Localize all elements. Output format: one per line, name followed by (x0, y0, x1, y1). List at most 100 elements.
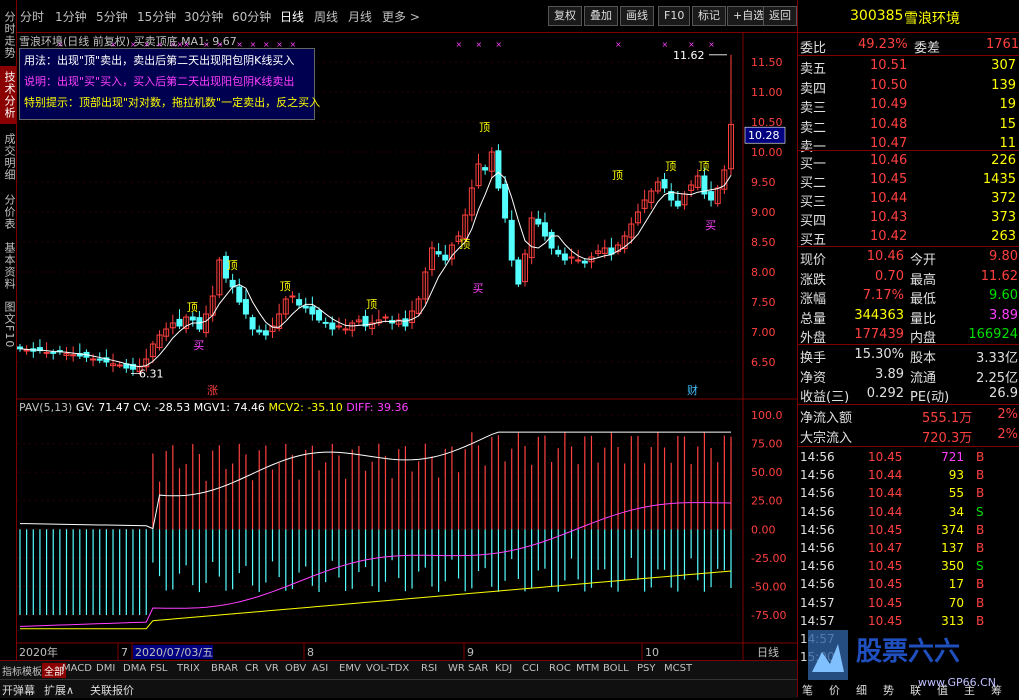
stat-value: 3.89 (989, 307, 1018, 323)
period-tab-0[interactable]: 分时 (20, 8, 44, 25)
tick-row: 14:56 10.44 55 B (798, 485, 1019, 503)
indicator-tab-8[interactable]: BRAR (211, 663, 238, 674)
indicator-tab-0[interactable]: 指标 (2, 663, 22, 678)
indicator-tab-15[interactable]: RSI (421, 663, 437, 674)
bid-volume: 372 (991, 191, 1016, 206)
candle-body (382, 316, 389, 319)
bid-price: 10.42 (870, 229, 908, 244)
indicator-tab-14[interactable]: VOL-TDX (366, 663, 409, 674)
indicator-bars (19, 432, 732, 615)
indicator-tab-6[interactable]: FSL (150, 663, 168, 674)
tick-row: 14:56 10.45 374 B (798, 522, 1019, 540)
stat-label: 最低 (910, 292, 937, 307)
indicator-tab-13[interactable]: EMV (339, 663, 361, 674)
period-tab-7[interactable]: 周线 (314, 8, 338, 25)
status-button-0[interactable]: 开弹幕 (2, 682, 35, 698)
candle-body (575, 259, 582, 262)
indicator-tab-17[interactable]: SAR (468, 663, 488, 674)
fund-flow-row: 净流入额 555.1万 2% (798, 406, 1019, 426)
indicator-tab-21[interactable]: MTM (576, 663, 599, 674)
candle-body (482, 167, 489, 171)
stat-label: 现价 (800, 253, 827, 268)
indicator-axis-label: 25.00 (751, 495, 783, 508)
left-tab-3[interactable]: 分价表 (0, 190, 16, 234)
price-axis-label: 9.50 (751, 176, 776, 189)
indicator-tab-3[interactable]: MACD (62, 663, 92, 674)
period-tab-3[interactable]: 15分钟 (137, 8, 176, 25)
indicator-axis-label: -25.00 (751, 552, 786, 565)
kline-chart-area[interactable]: 11.50 11.00 10.50 10.00 9.50 9.00 8.50 8.00 7.50… (17, 33, 797, 660)
toolbar-button-2[interactable]: 画线 (620, 6, 654, 26)
toolbar-button-0[interactable]: 复权 (548, 6, 582, 26)
tick-price: 10.45 (868, 577, 903, 592)
indicator-name: PAV(5,13) (19, 401, 73, 414)
indicator-tab-20[interactable]: ROC (549, 663, 571, 674)
toolbar-button-4[interactable]: 标记 (692, 6, 726, 26)
stat-label: 换手 (800, 351, 827, 366)
bid-price: 10.43 (870, 210, 908, 225)
tick-side: S (976, 504, 984, 519)
indicator-tab-24[interactable]: MCST (664, 663, 692, 674)
watermark-brand: 股票六六 (856, 637, 960, 667)
left-tab-4[interactable]: 基本资料 (0, 238, 16, 293)
top-signal-marker: 顶 (366, 298, 377, 311)
status-button-1[interactable]: 扩展∧ (44, 682, 74, 698)
tick-side: B (976, 595, 985, 610)
tick-time: 14:56 (800, 504, 835, 519)
period-tab-9[interactable]: 更多 > (382, 8, 420, 25)
quote-stat-row: 收益(三) 0.292 PE(动) 26.9 (798, 385, 1019, 405)
toolbar-button-1[interactable]: 叠加 (584, 6, 618, 26)
candle-body (43, 351, 50, 354)
bid-row: 买五 10.42 263 (798, 228, 1019, 248)
stat-value: 9.60 (989, 288, 1018, 303)
indicator-tab-10[interactable]: VR (265, 663, 279, 674)
indicator-tab-23[interactable]: PSY (637, 663, 656, 674)
period-tab-6[interactable]: 日线 (280, 8, 304, 25)
stat-label: 收益(三) (800, 390, 850, 405)
indicator-tab-16[interactable]: WR (448, 663, 465, 674)
toolbar-button-3[interactable]: F10 (658, 6, 691, 26)
quote-header: 300385 雪浪环境 (798, 0, 1019, 33)
candle-body (189, 316, 196, 321)
indicator-tab-12[interactable]: ASI (312, 663, 328, 674)
toolbar-button-6[interactable]: 返回 (763, 6, 797, 26)
indicator-tab-9[interactable]: CR (245, 663, 259, 674)
candle-body (674, 200, 681, 207)
buy-signal-marker: 买 (705, 219, 716, 232)
indicator-tab-19[interactable]: CCI (522, 663, 539, 674)
period-tab-1[interactable]: 1分钟 (55, 8, 87, 25)
candle-body (70, 354, 77, 357)
tick-time: 14:56 (800, 577, 835, 592)
period-tab-5[interactable]: 60分钟 (232, 8, 271, 25)
period-tab-2[interactable]: 5分钟 (96, 8, 128, 25)
indicator-tab-7[interactable]: TRIX (177, 663, 200, 674)
period-tab-4[interactable]: 30分钟 (184, 8, 223, 25)
top-signal-marker: 顶 (665, 160, 676, 173)
indicator-tab-5[interactable]: DMA (123, 663, 146, 674)
quote-stat-row: 涨幅 7.17% 最低 9.60 (798, 287, 1019, 307)
candle-body (508, 219, 515, 261)
stat-value: 0.70 (875, 268, 904, 284)
stat-label: 量比 (910, 311, 937, 327)
indicator-tab-1[interactable]: 模板 (22, 663, 42, 678)
indicator-tab-11[interactable]: OBV (285, 663, 306, 674)
left-tab-5[interactable]: 图文F10 (0, 297, 16, 352)
period-tab-8[interactable]: 月线 (348, 8, 372, 25)
tick-side: S (976, 559, 984, 574)
stat-label: 总量 (800, 311, 827, 327)
left-tab-2[interactable]: 成交明细 (0, 128, 16, 186)
candle-body (329, 322, 336, 330)
flow-percent: 2% (997, 426, 1018, 442)
status-button-2[interactable]: 关联报价 (90, 682, 134, 698)
left-tab-1[interactable]: 技术分析 (0, 66, 16, 124)
tick-side: B (976, 486, 985, 501)
indicator-tab-4[interactable]: DMI (96, 663, 115, 674)
left-tab-0[interactable]: 分时走势 (0, 6, 16, 64)
kline-chart-svg[interactable]: 11.5011.0010.5010.009.509.008.508.007.50… (17, 33, 797, 660)
tick-price: 10.45 (868, 522, 903, 537)
tick-volume: 55 (948, 486, 964, 501)
indicator-tab-22[interactable]: BOLL (603, 663, 629, 674)
ask-row: 卖三 10.49 19 (798, 96, 1019, 116)
info-line-explain: 说明：出现"买"买入，买入后第二天出现阳包阴K线卖出 (24, 75, 295, 88)
indicator-tab-18[interactable]: KDJ (495, 663, 512, 674)
